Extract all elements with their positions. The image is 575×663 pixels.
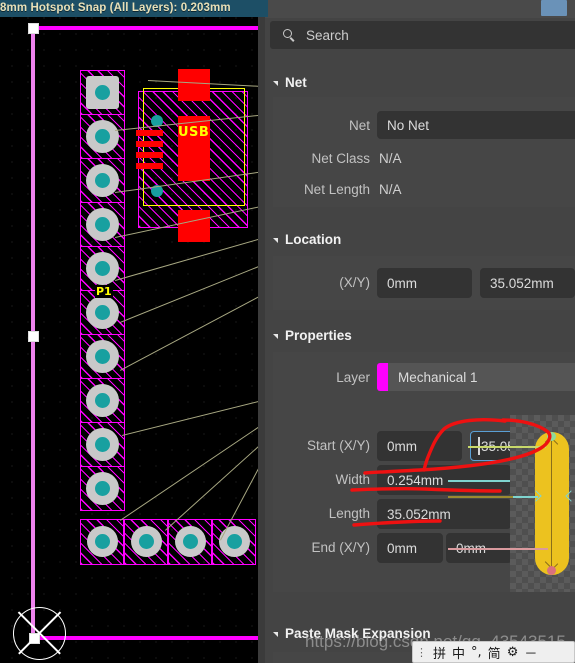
usb-pad-bottom[interactable] [178,210,210,242]
ime-simplified-toggle[interactable]: 简 [485,643,504,662]
section-header-net[interactable]: Net [273,75,307,90]
search-icon [283,28,296,42]
length-leader-line [448,496,513,498]
ime-settings-icon[interactable]: ⚙ [504,645,522,660]
end-endpoint-marker [547,566,556,575]
ime-drag-handle[interactable]: ⋮ [413,646,430,659]
search-input[interactable]: Search [270,21,575,49]
pad-hole [95,173,110,188]
search-placeholder: Search [306,27,349,43]
usb-pin[interactable] [136,130,163,136]
start-endpoint-marker [547,432,556,441]
net-length-value: N/A [379,182,402,197]
usb-pad-top[interactable] [178,69,210,101]
location-xy-label: (X/Y) [339,275,370,290]
window-control-button[interactable] [541,0,567,16]
ime-language-bar[interactable]: ⋮ 拼 中 °, 简 ⚙ － [412,641,575,663]
pad-hole [95,349,110,364]
length-field[interactable]: 35.052mm [377,499,511,529]
section-title: Net [285,75,307,90]
pad-hole [95,393,110,408]
pad-hole [95,217,110,232]
section-title: Properties [285,328,352,343]
pad-hole [95,85,110,100]
usb-pin[interactable] [136,141,163,147]
board-outline-top [33,26,258,30]
location-y-field[interactable]: 35.052mm [480,268,575,298]
pad-hole [139,534,154,549]
pad-hole [95,261,110,276]
designator-p1: P1 [95,285,113,298]
end-leader-line [448,548,548,550]
section-header-location[interactable]: Location [273,232,341,247]
length-label: Length [328,506,370,521]
track-preview [510,415,575,592]
section-title: Location [285,232,342,247]
width-label: Width [335,472,370,487]
panel-title-bar [265,0,575,18]
properties-panel: Search Net Net No Net Net Class N/A Net … [265,0,575,663]
net-length-label: Net Length [303,182,370,197]
collapse-triangle-icon [273,81,278,86]
start-leader-line [468,446,546,448]
start-xy-label: Start (X/Y) [306,438,370,453]
ime-mode-pinyin[interactable]: 拼 [430,643,449,662]
length-arrow-line [551,439,553,567]
end-xy-label: End (X/Y) [311,540,370,555]
usb-pin[interactable] [136,163,163,169]
location-x-field[interactable]: 0mm [377,268,472,298]
collapse-triangle-icon [273,334,278,339]
status-bar: 8mm Hotspot Snap (All Layers): 0.203mm [0,0,268,17]
net-label: Net [348,118,370,133]
designator-usb: USB [178,125,210,140]
pad-hole [183,534,198,549]
pad-hole [95,534,110,549]
pad-hole [95,129,110,144]
net-class-label: Net Class [311,151,370,166]
layer-color-swatch [377,363,388,391]
pad-hole [227,534,242,549]
ime-minimize-button[interactable]: － [521,643,540,662]
collapse-triangle-icon [273,632,278,637]
collapse-triangle-icon [273,238,278,243]
selection-handle-top[interactable] [28,23,39,34]
ime-punctuation-toggle[interactable]: °, [468,645,485,660]
start-x-field[interactable]: 0mm [377,431,462,461]
panel-divider[interactable] [258,0,265,663]
origin-marker [13,607,68,662]
selection-handle-mid[interactable] [28,331,39,342]
net-class-value: N/A [379,151,402,166]
pcb-canvas[interactable]: P1 USB [0,0,258,663]
pad-hole [95,437,110,452]
net-field[interactable]: No Net [377,111,575,139]
pad-hole [95,481,110,496]
width-leader-line [448,480,510,482]
layer-dropdown[interactable]: Mechanical 1 [388,363,575,391]
usb-pin[interactable] [136,152,163,158]
pad-hole [95,305,110,320]
end-x-field[interactable]: 0mm [377,533,443,563]
layer-label: Layer [336,370,370,385]
ime-mode-chinese[interactable]: 中 [449,643,468,662]
section-header-properties[interactable]: Properties [273,328,352,343]
